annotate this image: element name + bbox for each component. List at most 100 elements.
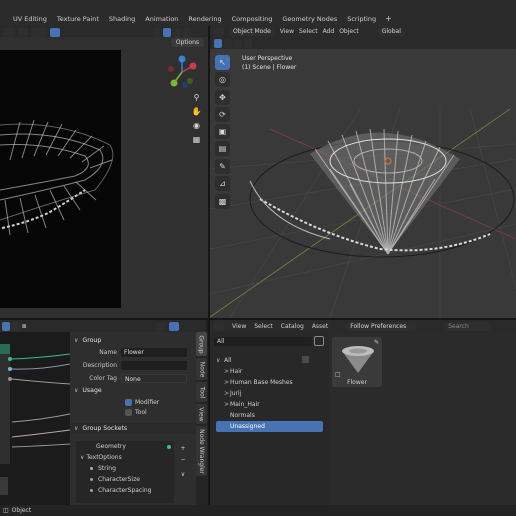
viewport-overlay-subtitle: (1) Scene | Flower	[242, 64, 297, 71]
sockets-panel-header[interactable]: ∨ Group Sockets	[70, 423, 196, 434]
select-box-icon[interactable]: ↖	[215, 55, 230, 70]
overlay-toggle[interactable]	[156, 322, 166, 331]
select-mode-invert[interactable]	[244, 39, 252, 48]
tab-node[interactable]: Node	[196, 358, 207, 380]
select-mode-new[interactable]	[214, 39, 222, 48]
group-panel-header[interactable]: ∨ Group	[70, 335, 196, 346]
pan-hand-icon[interactable]: ✋	[191, 106, 202, 117]
gizmo-toggle[interactable]	[50, 28, 60, 37]
search-input[interactable]: Search	[444, 321, 491, 331]
tab-group[interactable]: Group	[196, 332, 207, 356]
area-divider-vertical[interactable]	[208, 26, 210, 318]
library-dropdown[interactable]: Follow Preferences	[346, 321, 417, 331]
tab-animation[interactable]: Animation	[140, 14, 183, 24]
catalog-item-jurij[interactable]: > Jurij	[216, 388, 323, 399]
node-fragment[interactable]	[0, 477, 8, 495]
3d-viewport[interactable]: User Perspective (1) Scene | Flower ↖ ◎ …	[210, 49, 516, 318]
refresh-icon[interactable]	[314, 336, 324, 346]
color-tag-row: Color Tag None	[70, 372, 196, 385]
camera-icon[interactable]: ◉	[191, 120, 202, 131]
socket-geometry[interactable]: Geometry	[76, 441, 174, 452]
tab-scripting[interactable]: Scripting	[342, 14, 381, 24]
socket-menu-button[interactable]: ∨	[178, 470, 188, 479]
tab-node-wrangler[interactable]: Node Wrangler	[196, 426, 207, 476]
mode-dropdown[interactable]: Object Mode	[229, 27, 275, 36]
tab-tool[interactable]: Tool	[196, 382, 207, 402]
select-mode-subtract[interactable]	[234, 39, 242, 48]
color-tag-dropdown[interactable]: None	[121, 374, 187, 383]
options-button[interactable]: Options	[170, 38, 204, 47]
tab-compositing[interactable]: Compositing	[227, 14, 278, 24]
catalog-item-human-base-meshes[interactable]: > Human Base Meshes	[216, 377, 323, 388]
shading-rendered[interactable]	[183, 28, 191, 37]
tool-row: Tool	[70, 406, 196, 419]
tab-view[interactable]: View	[196, 404, 207, 424]
socket-string[interactable]: String	[76, 463, 174, 474]
navigation-gizmo[interactable]	[165, 55, 199, 89]
socket-dot-icon	[167, 444, 171, 449]
remove-socket-button[interactable]: −	[178, 455, 188, 464]
editor-type-dropdown[interactable]	[214, 27, 224, 36]
tab-shading[interactable]: Shading	[104, 14, 140, 24]
proportional-toggle[interactable]	[31, 28, 47, 37]
zoom-icon[interactable]: ⚲	[191, 92, 202, 103]
chevron-down-icon: ∨	[74, 337, 79, 344]
transform-icon[interactable]: ▤	[215, 141, 230, 156]
modifier-checkbox[interactable]	[125, 399, 132, 406]
menu-add[interactable]: Add	[323, 28, 335, 35]
shading-wire[interactable]	[153, 28, 161, 37]
add-workspace-button[interactable]: +	[381, 14, 396, 24]
perspective-toggle-icon[interactable]: ▦	[191, 134, 202, 145]
add-socket-button[interactable]: +	[178, 444, 188, 453]
node-links	[8, 353, 70, 448]
cursor-icon[interactable]: ◎	[215, 72, 230, 87]
description-field[interactable]	[121, 361, 187, 370]
socket-characterspacing[interactable]: CharacterSpacing	[76, 485, 174, 496]
mouse-icon: ◫	[3, 507, 9, 514]
catalog-item-hair[interactable]: > Hair	[216, 366, 323, 377]
scale-icon[interactable]: ▣	[215, 124, 230, 139]
add-cube-icon[interactable]: ▩	[215, 194, 230, 209]
menu-select[interactable]: Select	[254, 323, 273, 330]
menu-object[interactable]: Object	[339, 28, 359, 35]
shading-material[interactable]	[173, 28, 181, 37]
node-pin-toggle[interactable]	[2, 322, 10, 331]
snap-toggle[interactable]	[18, 28, 28, 37]
preview-canvas[interactable]	[0, 50, 121, 308]
pin-icon[interactable]: ⧈	[22, 322, 26, 331]
node-editor-canvas[interactable]	[0, 332, 70, 505]
measure-icon[interactable]: ⊿	[215, 176, 230, 191]
sidebar-toggle[interactable]	[169, 322, 179, 331]
tool-checkbox[interactable]	[125, 409, 132, 416]
catalog-item-all[interactable]: ∨ All	[216, 355, 323, 366]
pivot-dropdown[interactable]	[3, 28, 15, 37]
socket-textoptions[interactable]: ∨ TextOptions	[76, 452, 174, 463]
socket-charactersize[interactable]: CharacterSize	[76, 474, 174, 485]
node-snap-toggle[interactable]	[12, 322, 20, 331]
menu-asset[interactable]: Asset	[312, 323, 328, 330]
tab-geometry-nodes[interactable]: Geometry Nodes	[277, 14, 342, 24]
orientation-dropdown[interactable]: Global	[377, 27, 405, 36]
editor-type-dropdown[interactable]	[214, 321, 224, 331]
tab-rendering[interactable]: Rendering	[183, 14, 226, 24]
menu-view[interactable]: View	[232, 323, 246, 330]
rotate-icon[interactable]: ⟳	[215, 107, 230, 122]
move-icon[interactable]: ✥	[215, 90, 230, 105]
menu-select[interactable]: Select	[299, 28, 318, 35]
catalog-item-main-hair[interactable]: > Main_Hair	[216, 399, 323, 410]
annotate-icon[interactable]: ✎	[215, 159, 230, 174]
left-viewport[interactable]: Options ⚲ ✋ ◉ ▦	[0, 37, 208, 318]
name-field[interactable]: Flower	[121, 348, 187, 357]
tab-texture-paint[interactable]: Texture Paint	[52, 14, 104, 24]
menu-catalog[interactable]: Catalog	[281, 323, 304, 330]
catalog-item-normals[interactable]: Normals	[216, 410, 323, 421]
catalog-filter-dropdown[interactable]: All	[214, 337, 312, 346]
usage-panel-header[interactable]: ∨ Usage	[70, 385, 196, 396]
select-mode-extend[interactable]	[224, 39, 232, 48]
shading-solid[interactable]	[163, 28, 171, 37]
asset-options-icon[interactable]: ✎	[374, 339, 379, 346]
menu-view[interactable]: View	[280, 28, 294, 35]
asset-tile-flower[interactable]: □ ✎ Flower	[332, 337, 382, 387]
catalog-item-unassigned[interactable]: Unassigned	[216, 421, 323, 432]
tab-uv-editing[interactable]: UV Editing	[8, 14, 52, 24]
